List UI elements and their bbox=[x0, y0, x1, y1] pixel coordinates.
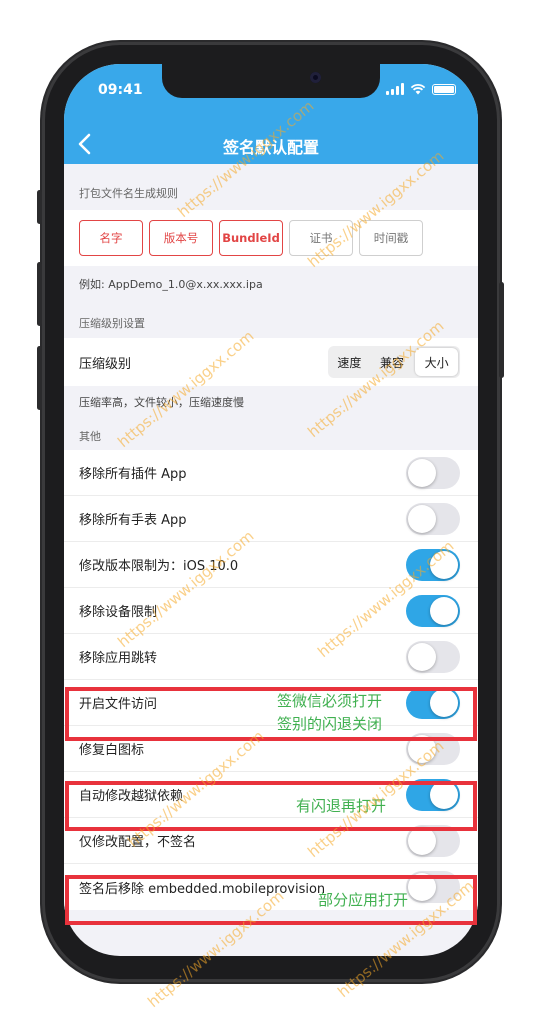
front-camera bbox=[310, 72, 321, 83]
status-icons bbox=[386, 83, 456, 95]
compression-row: 压缩级别 速度 兼容 大小 bbox=[64, 338, 478, 386]
setting-label: 修复白图标 bbox=[79, 743, 145, 758]
naming-tags: 名字 版本号 BundleId 证书 时间戳 bbox=[64, 210, 478, 266]
segment-speed[interactable]: 速度 bbox=[328, 346, 371, 378]
other-section-header: 其他 bbox=[79, 430, 101, 443]
toggle-remove-device-limit[interactable] bbox=[406, 595, 460, 627]
toggle-remove-plugins[interactable] bbox=[406, 457, 460, 489]
volume-down-button bbox=[37, 346, 42, 410]
page-title: 签名默认配置 bbox=[222, 138, 319, 157]
naming-section-header: 打包文件名生成规则 bbox=[79, 187, 178, 200]
setting-label: 移除所有插件 App bbox=[79, 467, 187, 482]
setting-row: 移除设备限制 bbox=[64, 588, 478, 634]
nav-bar: 签名默认配置 bbox=[64, 124, 478, 164]
setting-row: 移除所有插件 App bbox=[64, 450, 478, 496]
tag-certificate[interactable]: 证书 bbox=[289, 220, 353, 256]
naming-example: 例如: AppDemo_1.0@x.xx.xxx.ipa bbox=[79, 278, 263, 291]
compression-note: 压缩率高，文件较小，压缩速度慢 bbox=[79, 396, 244, 409]
battery-icon bbox=[432, 83, 456, 95]
mute-switch bbox=[37, 190, 42, 224]
power-button bbox=[499, 282, 504, 378]
highlight-box-mobileprovision bbox=[65, 875, 477, 925]
setting-row: 移除所有手表 App bbox=[64, 496, 478, 542]
compression-section-header: 压缩级别设置 bbox=[79, 317, 145, 330]
highlight-box-file-access bbox=[65, 687, 477, 741]
setting-label: 修改版本限制为：iOS 10.0 bbox=[79, 559, 239, 574]
setting-label: 仅修改配置，不签名 bbox=[79, 835, 197, 850]
setting-row: 修改版本限制为：iOS 10.0 bbox=[64, 542, 478, 588]
tag-version[interactable]: 版本号 bbox=[149, 220, 213, 256]
toggle-remove-watch-apps[interactable] bbox=[406, 503, 460, 535]
toggle-min-ios-version[interactable] bbox=[406, 549, 460, 581]
status-time: 09:41 bbox=[98, 82, 143, 98]
annotation-mobileprovision: 部分应用打开 bbox=[318, 891, 409, 909]
setting-label: 移除所有手表 App bbox=[79, 513, 187, 528]
annotation-file-access-line2: 签别的闪退关闭 bbox=[277, 715, 383, 733]
highlight-box-jailbreak bbox=[65, 781, 477, 831]
setting-label: 移除应用跳转 bbox=[79, 651, 158, 666]
setting-label: 移除设备限制 bbox=[79, 605, 158, 620]
tag-bundleid[interactable]: BundleId bbox=[219, 220, 283, 256]
signal-icon bbox=[386, 83, 404, 95]
setting-row: 移除应用跳转 bbox=[64, 634, 478, 680]
tag-timestamp[interactable]: 时间戳 bbox=[359, 220, 423, 256]
annotation-file-access-line1: 签微信必须打开 bbox=[277, 692, 383, 710]
toggle-remove-app-jump[interactable] bbox=[406, 641, 460, 673]
wifi-icon bbox=[410, 83, 426, 95]
compression-segmented-control[interactable]: 速度 兼容 大小 bbox=[328, 346, 460, 378]
compression-label: 压缩级别 bbox=[79, 356, 132, 372]
tag-name[interactable]: 名字 bbox=[79, 220, 143, 256]
other-list: 移除所有插件 App 移除所有手表 App 修改版本限制为：iOS 10.0 移… bbox=[64, 450, 478, 910]
annotation-jailbreak: 有闪退再打开 bbox=[296, 797, 387, 815]
segment-compat[interactable]: 兼容 bbox=[371, 346, 414, 378]
volume-up-button bbox=[37, 262, 42, 326]
segment-size[interactable]: 大小 bbox=[415, 348, 459, 376]
notch bbox=[162, 64, 380, 98]
